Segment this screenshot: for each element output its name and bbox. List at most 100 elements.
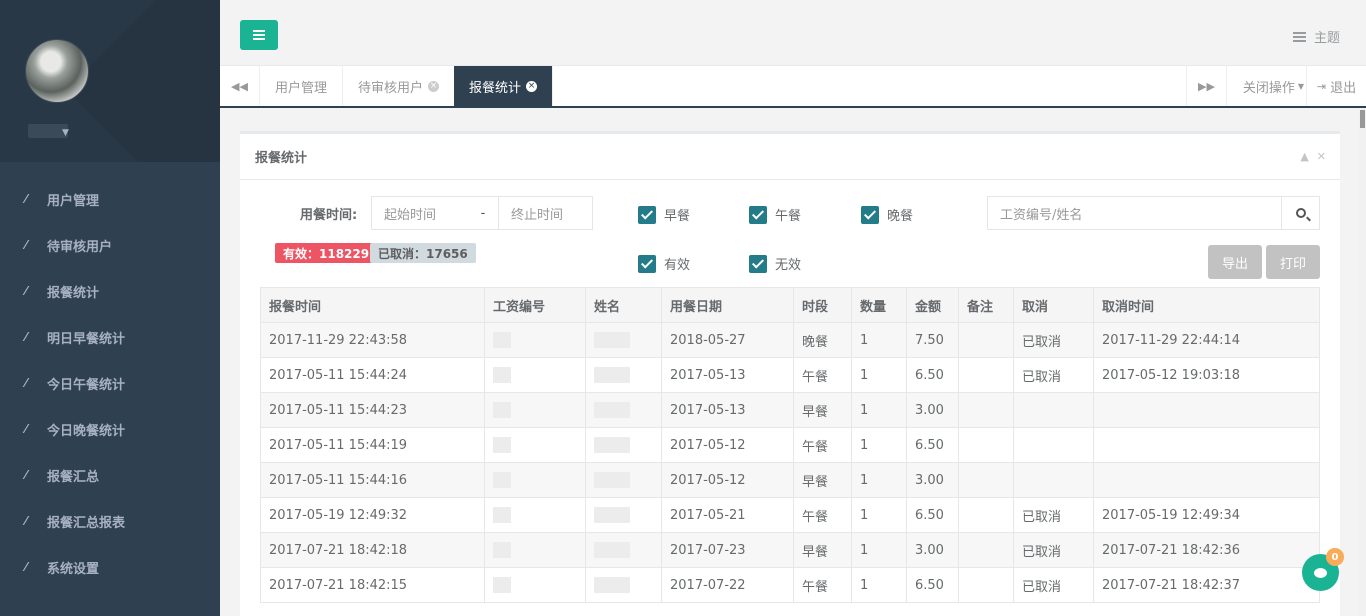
sidebar-item-meal-stats[interactable]: ⁄ 报餐统计 (0, 268, 220, 314)
tab-meal-stats[interactable]: 报餐统计 × (454, 66, 554, 106)
table-cell (1013, 392, 1094, 428)
table-header-row: 报餐时间 工资编号 姓名 用餐日期 时段 数量 金额 备注 取消 取消时间 (260, 287, 1320, 323)
table-cell: 2017-05-11 15:44:19 (260, 427, 485, 463)
table-row[interactable]: 2017-07-21 18:42:18 2017-07-23 早餐 1 3.00 已取消 2… (260, 532, 1320, 568)
table-row[interactable]: 2017-11-29 22:43:58 2018-05-27 晚餐 1 7.50 已取消 2… (260, 322, 1320, 358)
sidebar-item-pending-users[interactable]: ⁄ 待审核用户 (0, 222, 220, 268)
chevron-down-icon: ▼ (1297, 81, 1305, 91)
search-button[interactable] (1281, 196, 1320, 230)
avatar[interactable] (25, 39, 89, 103)
wand-icon: ⁄ (25, 238, 28, 252)
checkbox-checked-icon[interactable] (638, 205, 656, 224)
column-header[interactable]: 报餐时间 (260, 287, 485, 323)
chat-button[interactable]: 0 (1302, 548, 1344, 591)
table-cell (958, 567, 1014, 603)
checkbox-checked-icon[interactable] (749, 254, 767, 273)
column-header[interactable]: 数量 (851, 287, 907, 323)
checkbox-valid[interactable]: 有效 (638, 254, 690, 273)
checkbox-checked-icon[interactable] (638, 254, 656, 273)
table-cell: 午餐 (793, 357, 852, 393)
table-body: 2017-11-29 22:43:58 2018-05-27 晚餐 1 7.50 已取消 2… (260, 322, 1320, 603)
meal-stats-table: 报餐时间 工资编号 姓名 用餐日期 时段 数量 金额 备注 取消 取消时间 20… (260, 287, 1320, 603)
checkbox-invalid[interactable]: 无效 (749, 254, 801, 273)
sidebar-item-today-lunch[interactable]: ⁄ 今日午餐统计 (0, 360, 220, 406)
scrollbar-thumb[interactable] (1360, 110, 1365, 128)
table-cell: 2017-05-13 (661, 357, 794, 393)
sidebar-item-label: 待审核用户 (47, 239, 113, 255)
column-header[interactable]: 金额 (906, 287, 959, 323)
redacted-value (594, 542, 630, 558)
table-row[interactable]: 2017-05-11 15:44:23 2017-05-13 早餐 1 3.00 (260, 392, 1320, 428)
tab-scroll-left-button[interactable]: ◀◀ (220, 66, 260, 106)
checkbox-dinner[interactable]: 晚餐 (861, 205, 913, 224)
tab-scroll-right-button[interactable]: ▶▶ (1186, 66, 1226, 106)
sidebar-item-label: 报餐汇总 (47, 469, 100, 485)
checkbox-checked-icon[interactable] (749, 205, 767, 224)
redacted-value (594, 507, 630, 523)
menu-toggle-button[interactable] (240, 20, 278, 50)
search-input[interactable]: 工资编号/姓名 (987, 196, 1282, 230)
chevron-down-icon[interactable]: ▼ (62, 128, 69, 138)
column-header[interactable]: 姓名 (585, 287, 662, 323)
column-header[interactable]: 工资编号 (484, 287, 586, 323)
sidebar-item-meal-summary[interactable]: ⁄ 报餐汇总 (0, 452, 220, 498)
sidebar-item-summary-report[interactable]: ⁄ 报餐汇总报表 (0, 498, 220, 544)
close-icon[interactable]: × (428, 80, 440, 92)
column-header[interactable]: 用餐日期 (661, 287, 794, 323)
backward-icon: ◀◀ (231, 79, 248, 93)
table-cell (1093, 462, 1320, 498)
table-cell (958, 497, 1014, 533)
checkbox-lunch[interactable]: 午餐 (749, 205, 801, 224)
table-cell: 1 (851, 357, 907, 393)
page-scrollbar[interactable] (1359, 108, 1366, 616)
close-icon[interactable]: ✕ (1317, 150, 1326, 163)
sidebar-item-today-dinner[interactable]: ⁄ 今日晚餐统计 (0, 406, 220, 452)
checkbox-checked-icon[interactable] (861, 205, 879, 224)
redacted-value (594, 472, 630, 488)
tab-pending-users[interactable]: 待审核用户 × (343, 66, 456, 106)
table-cell (958, 532, 1014, 568)
export-button[interactable]: 导出 (1208, 245, 1262, 279)
sidebar-item-user-management[interactable]: ⁄ 用户管理 (0, 176, 220, 222)
start-time-input[interactable]: 起始时间 (371, 196, 468, 230)
table-cell (484, 567, 586, 603)
table-row[interactable]: 2017-05-11 15:44:24 2017-05-13 午餐 1 6.50 已取消 2… (260, 357, 1320, 393)
table-cell: 2017-05-19 12:49:32 (260, 497, 485, 533)
table-cell: 已取消 (1013, 357, 1094, 393)
wand-icon: ⁄ (25, 422, 28, 436)
sidebar-item-system-settings[interactable]: ⁄ 系统设置 (0, 544, 220, 590)
table-row[interactable]: 2017-05-11 15:44:16 2017-05-12 早餐 1 3.00 (260, 462, 1320, 498)
sidebar-item-tomorrow-breakfast[interactable]: ⁄ 明日早餐统计 (0, 314, 220, 360)
table-cell: 早餐 (793, 462, 852, 498)
table-cell: 午餐 (793, 427, 852, 463)
tab-label: 待审核用户 (358, 80, 424, 96)
table-row[interactable]: 2017-05-19 12:49:32 2017-05-21 午餐 1 6.50 已取消 2… (260, 497, 1320, 533)
wand-icon: ⁄ (25, 330, 28, 344)
print-button[interactable]: 打印 (1266, 245, 1320, 279)
table-row[interactable]: 2017-07-21 18:42:15 2017-07-22 午餐 1 6.50 已取消 2… (260, 567, 1320, 603)
table-cell (484, 357, 586, 393)
chat-icon (1314, 567, 1327, 578)
redacted-value (493, 367, 511, 383)
logout-button[interactable]: ⇥ 退出 (1306, 66, 1366, 106)
table-cell: 2017-07-21 18:42:18 (260, 532, 485, 568)
column-header[interactable]: 时段 (793, 287, 852, 323)
column-header[interactable]: 取消时间 (1093, 287, 1320, 323)
theme-button[interactable]: 主题 (1292, 27, 1340, 46)
sidebar: ▼ ⁄ 用户管理 ⁄ 待审核用户 ⁄ 报餐统计 ⁄ 明日早餐统计 ⁄ 今日午餐统计 ⁄ 今日… (0, 0, 220, 616)
table-cell: 已取消 (1013, 497, 1094, 533)
redacted-value (493, 402, 511, 418)
table-cell (958, 357, 1014, 393)
tab-user-management[interactable]: 用户管理 (260, 66, 344, 106)
column-header[interactable]: 备注 (958, 287, 1014, 323)
table-cell: 2017-05-13 (661, 392, 794, 428)
column-header[interactable]: 取消 (1013, 287, 1094, 323)
close-icon[interactable]: × (526, 80, 538, 92)
end-time-input[interactable]: 终止时间 (498, 196, 593, 230)
table-cell: 6.50 (906, 497, 959, 533)
table-cell: 晚餐 (793, 322, 852, 358)
collapse-icon[interactable]: ▲ (1300, 150, 1308, 163)
checkbox-breakfast[interactable]: 早餐 (638, 205, 690, 224)
table-row[interactable]: 2017-05-11 15:44:19 2017-05-12 午餐 1 6.50 (260, 427, 1320, 463)
table-cell (958, 392, 1014, 428)
